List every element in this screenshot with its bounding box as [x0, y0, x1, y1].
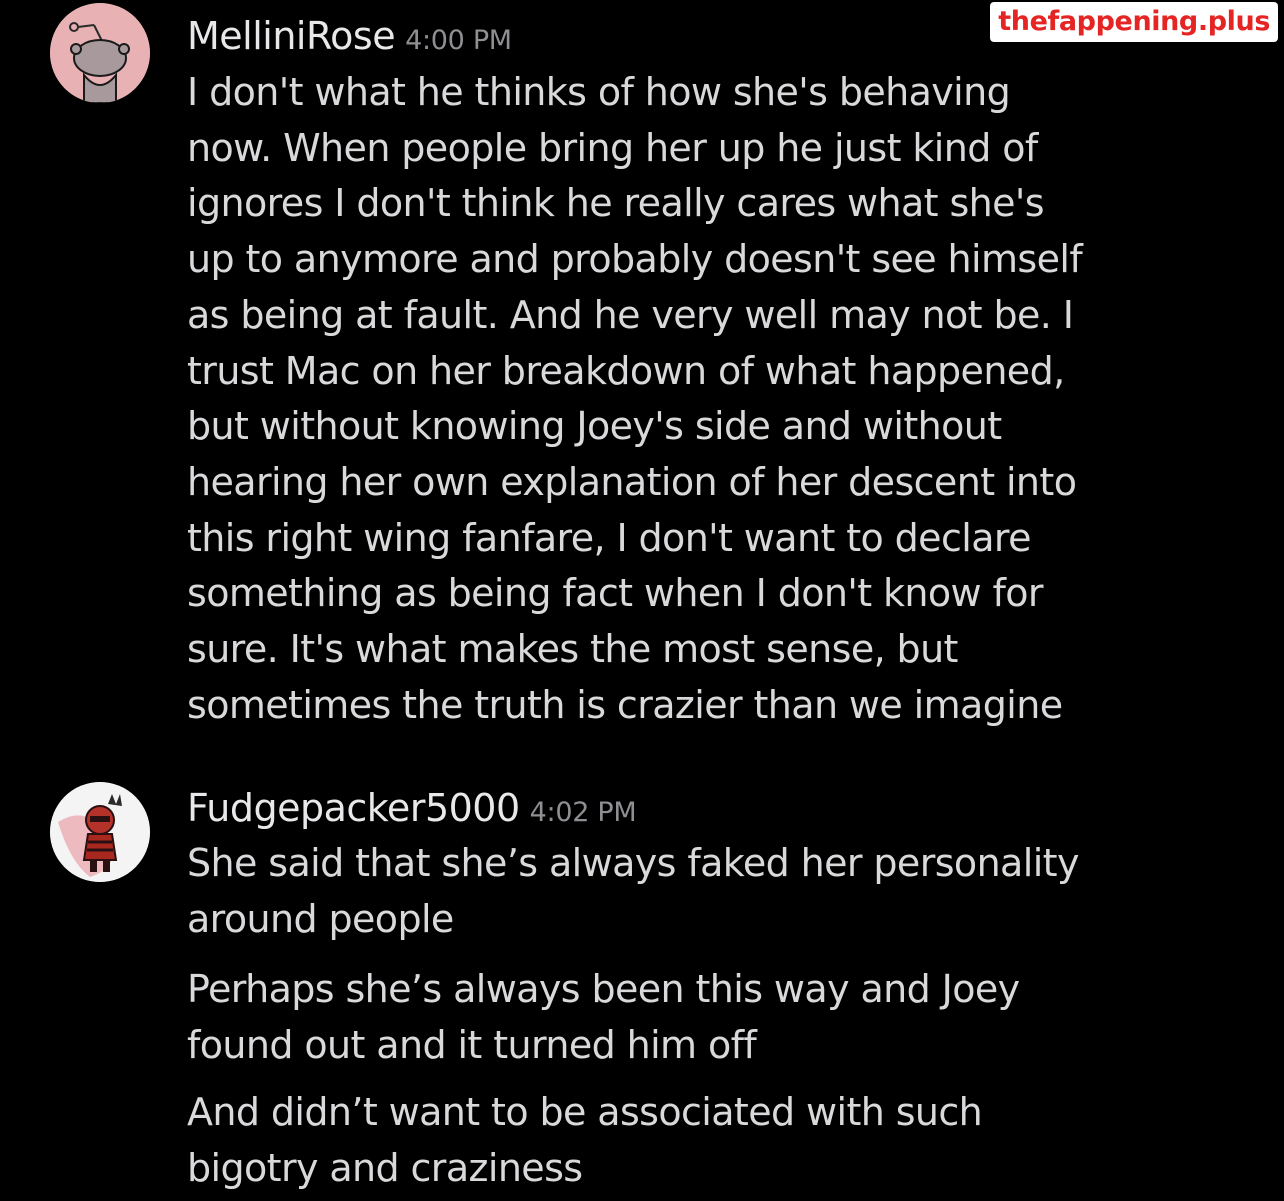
- user-avatar[interactable]: [50, 782, 150, 882]
- message-text: She said that she’s always faked her per…: [187, 841, 1079, 941]
- message-text: Perhaps she’s always been this way and J…: [187, 967, 1020, 1067]
- user-avatar[interactable]: [50, 3, 150, 103]
- timestamp: 4:02 PM: [529, 797, 637, 828]
- message-header: Fudgepacker5000 4:02 PM: [187, 786, 637, 830]
- watermark: thefappening.plus: [990, 2, 1278, 42]
- message-text: And didn’t want to be associated with su…: [187, 1090, 983, 1190]
- timestamp: 4:00 PM: [405, 25, 512, 56]
- username[interactable]: Fudgepacker5000: [187, 786, 520, 830]
- message-text: I don't what he thinks of how she's beha…: [187, 70, 1083, 727]
- username[interactable]: MelliniRose: [187, 14, 396, 58]
- message-header: MelliniRose 4:00 PM: [187, 14, 512, 58]
- cartoon-character-icon: [50, 782, 150, 882]
- reddit-snoo-icon: [50, 3, 150, 103]
